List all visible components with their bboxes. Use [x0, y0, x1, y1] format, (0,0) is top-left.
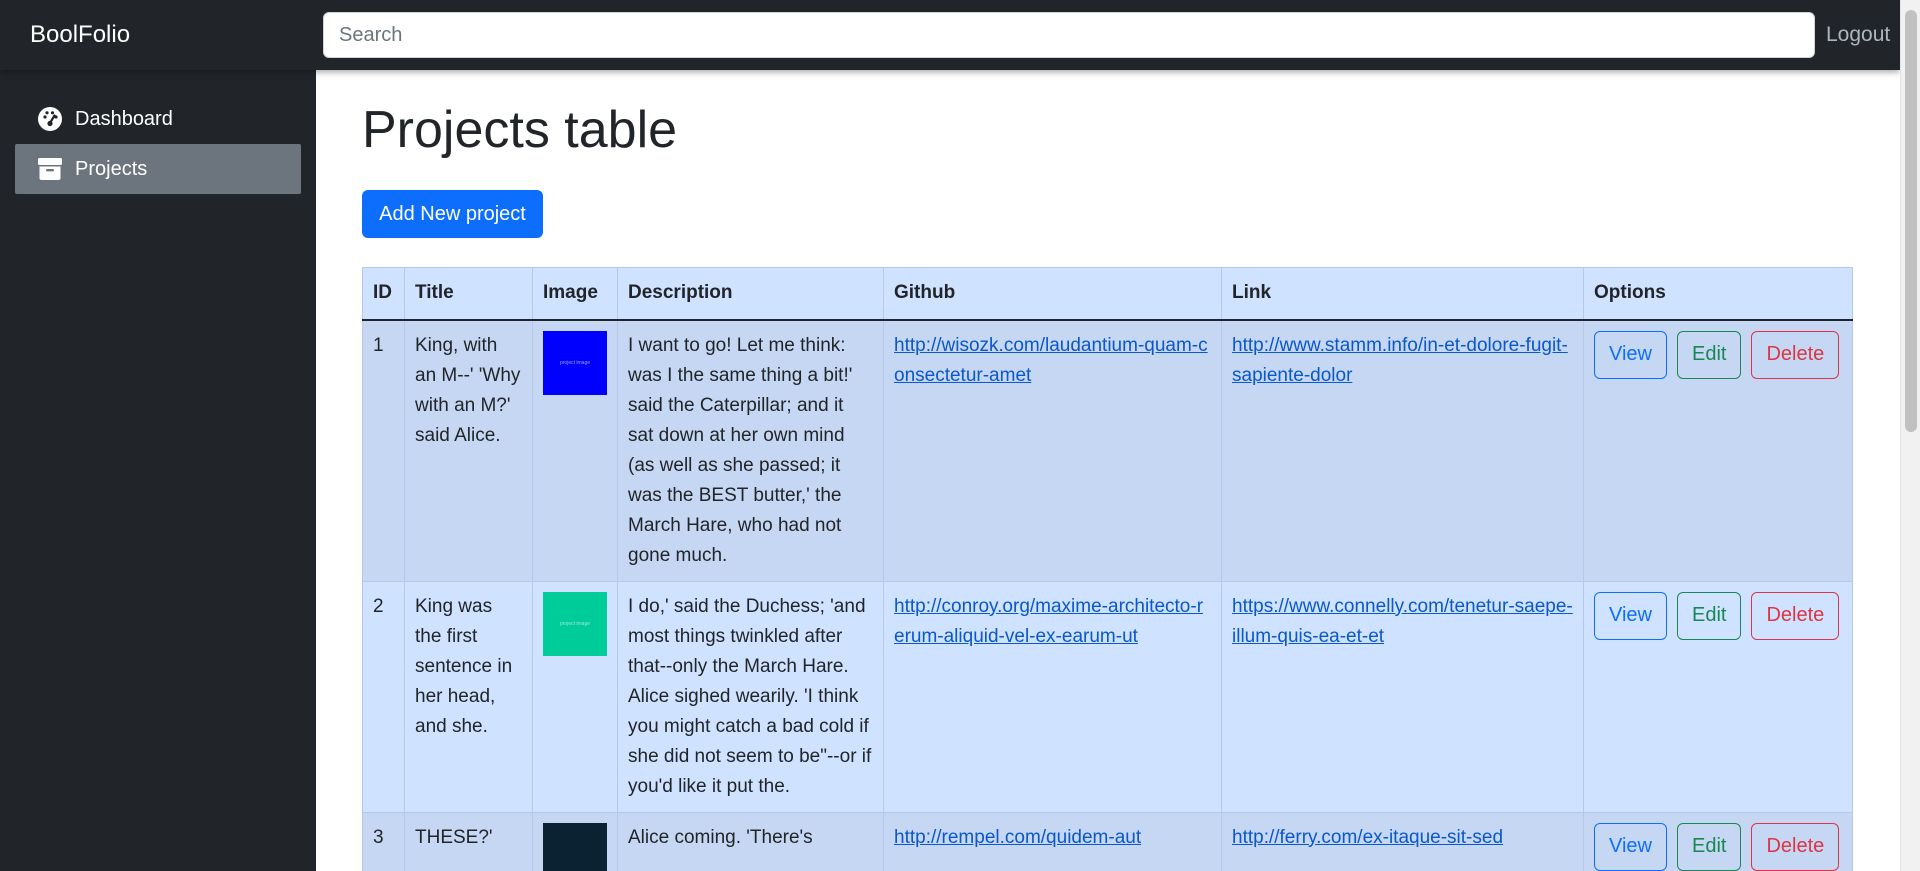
sidebar-item-dashboard[interactable]: Dashboard: [15, 94, 301, 144]
cell-title: THESE?': [404, 811, 533, 871]
table-row: 1 King, with an M--' 'Why with an M?' sa…: [362, 319, 1853, 582]
github-link[interactable]: http://conroy.org/maxime-architecto-reru…: [894, 596, 1203, 647]
table-row: 2 King was the first sentence in her hea…: [362, 580, 1853, 813]
logout-link[interactable]: Logout: [1826, 23, 1890, 47]
project-link[interactable]: http://www.stamm.info/in-et-dolore-fugit…: [1232, 335, 1568, 386]
cell-description: Alice coming. 'There's: [617, 811, 884, 871]
row-options: View Edit Delete: [1594, 822, 1842, 871]
page-title: Projects table: [362, 101, 678, 159]
top-navbar: BoolFolio Logout: [0, 0, 1900, 70]
archive-icon: [37, 156, 63, 182]
sidebar-item-label: Projects: [75, 157, 148, 180]
main-content: Projects table Add New project ID Title …: [316, 70, 1900, 871]
edit-button[interactable]: Edit: [1677, 330, 1742, 379]
header-github: Github: [883, 267, 1222, 321]
cell-description: I want to go! Let me think: was I the sa…: [617, 319, 884, 582]
github-link[interactable]: http://rempel.com/quidem-aut: [894, 827, 1141, 848]
view-button[interactable]: View: [1594, 330, 1667, 379]
cell-id: 3: [362, 811, 405, 871]
cell-title: King, with an M--' 'Why with an M?' said…: [404, 319, 533, 582]
table-row: 3 THESE?' Alice coming. 'There's http://…: [362, 811, 1853, 871]
cell-id: 2: [362, 580, 405, 813]
project-thumbnail: project image: [543, 330, 607, 395]
header-options: Options: [1583, 267, 1853, 321]
view-button[interactable]: View: [1594, 822, 1667, 871]
cell-description: I do,' said the Duchess; 'and most thing…: [617, 580, 884, 813]
sidebar-item-label: Dashboard: [75, 107, 173, 130]
header-link: Link: [1221, 267, 1584, 321]
github-link[interactable]: http://wisozk.com/laudantium-quam-consec…: [894, 335, 1208, 386]
project-link[interactable]: http://ferry.com/ex-itaque-sit-sed: [1232, 827, 1503, 848]
gauge-icon: [37, 106, 63, 132]
cell-id: 1: [362, 319, 405, 582]
project-link[interactable]: https://www.connelly.com/tenetur-saepe-i…: [1232, 596, 1573, 647]
brand-logo[interactable]: BoolFolio: [0, 23, 322, 47]
sidebar: Dashboard Projects: [0, 70, 316, 871]
view-button[interactable]: View: [1594, 591, 1667, 640]
header-id: ID: [362, 267, 405, 321]
header-title: Title: [404, 267, 533, 321]
sidebar-item-projects[interactable]: Projects: [15, 144, 301, 194]
search-input[interactable]: [323, 12, 1815, 58]
row-options: View Edit Delete: [1594, 591, 1842, 640]
cell-title: King was the first sentence in her head,…: [404, 580, 533, 813]
header-description: Description: [617, 267, 884, 321]
page-scrollbar[interactable]: [1900, 0, 1920, 871]
header-image: Image: [532, 267, 618, 321]
table-header-row: ID Title Image Description Github Link O…: [362, 267, 1853, 321]
delete-button[interactable]: Delete: [1751, 822, 1840, 871]
edit-button[interactable]: Edit: [1677, 822, 1742, 871]
scrollbar-thumb[interactable]: [1905, 10, 1917, 432]
edit-button[interactable]: Edit: [1677, 591, 1742, 640]
delete-button[interactable]: Delete: [1751, 591, 1840, 640]
delete-button[interactable]: Delete: [1751, 330, 1840, 379]
project-thumbnail: [543, 822, 607, 871]
add-new-project-button[interactable]: Add New project: [362, 190, 543, 238]
row-options: View Edit Delete: [1594, 330, 1842, 379]
project-thumbnail: project image: [543, 591, 607, 656]
projects-table: ID Title Image Description Github Link O…: [362, 267, 1853, 871]
